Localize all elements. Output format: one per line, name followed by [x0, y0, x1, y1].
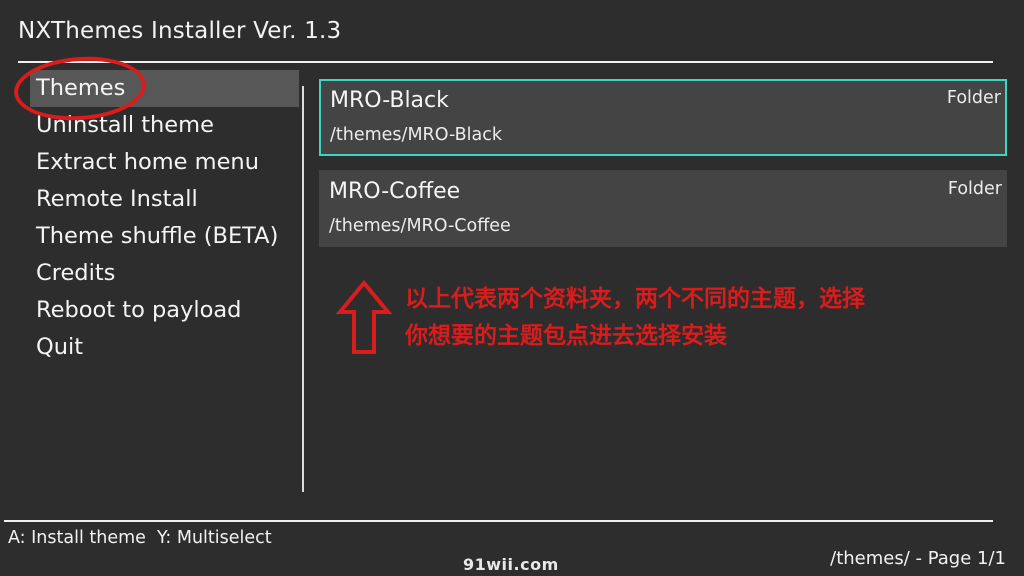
sidebar-item-reboot-to-payload[interactable]: Reboot to payload [30, 292, 300, 329]
sidebar-item-quit[interactable]: Quit [30, 329, 300, 366]
window-title: NXThemes Installer Ver. 1.3 [18, 18, 342, 44]
folder-path: /themes/MRO-Black [330, 125, 503, 145]
annotation-line-1: 以上代表两个资料夹，两个不同的主题，选择 [405, 286, 865, 312]
up-arrow-icon [336, 280, 392, 354]
button-hints: A: Install theme Y: Multiselect [8, 528, 272, 548]
path-page-status: /themes/ - Page 1/1 [830, 548, 1006, 569]
sidebar-item-remote-install[interactable]: Remote Install [30, 181, 300, 218]
sidebar-item-extract-home-menu[interactable]: Extract home menu [30, 144, 300, 181]
folder-item-mro-coffee[interactable]: MRO-Coffee Folder /themes/MRO-Coffee [319, 170, 1007, 247]
folder-item-mro-black[interactable]: MRO-Black Folder /themes/MRO-Black [319, 79, 1007, 156]
app-screen: NXThemes Installer Ver. 1.3 Themes Unins… [0, 0, 1024, 576]
annotation-text: 以上代表两个资料夹，两个不同的主题，选择 你想要的主题包点进去选择安装 [405, 281, 995, 355]
footer-divider [4, 520, 993, 522]
folder-name: MRO-Black [330, 88, 449, 113]
panel-divider [302, 86, 304, 492]
sidebar-item-credits[interactable]: Credits [30, 255, 300, 292]
folder-type-label: Folder [946, 88, 1001, 108]
header-divider [18, 61, 993, 63]
folder-type-label: Folder [947, 179, 1002, 199]
sidebar-item-theme-shuffle[interactable]: Theme shuffle (BETA) [30, 218, 300, 255]
folder-name: MRO-Coffee [329, 179, 461, 204]
folder-path: /themes/MRO-Coffee [329, 216, 511, 236]
annotation-line-2: 你想要的主题包点进去选择安装 [405, 323, 727, 349]
watermark: 91wii.com [463, 555, 559, 574]
